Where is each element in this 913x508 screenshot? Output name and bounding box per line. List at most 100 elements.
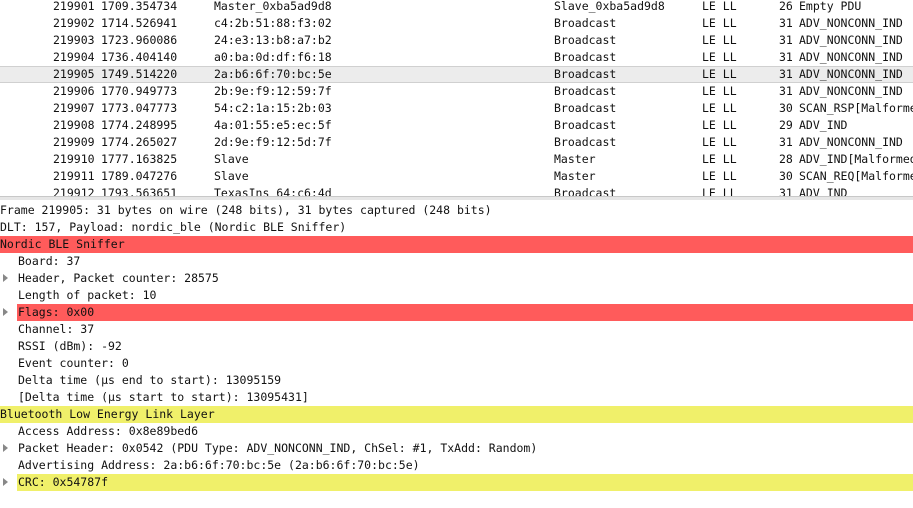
detail-tree-field[interactable]: Event counter: 0 [0,355,913,372]
packet-time-cell: 1709.354734 [101,0,178,13]
packet-row[interactable]: 219908 1774.248995 4a:01:55:e5:ec:5f Broadc… [0,117,913,134]
packet-proto-cell: LE LL [702,0,737,13]
packet-time-cell: 1774.265027 [101,135,178,149]
detail-tree-field[interactable]: Access Address: 0x8e89bed6 [0,423,913,440]
packet-no-cell: 219902 [53,16,95,30]
detail-tree-field[interactable]: Board: 37 [0,253,913,270]
packet-row[interactable]: 219907 1773.047773 54:c2:1a:15:2b:03 Broadc… [0,100,913,117]
detail-text: Delta time (µs end to start): 13095159 [18,373,282,387]
expand-triangle-icon[interactable] [3,478,8,486]
packet-no-cell: 219910 [53,152,95,166]
packet-row[interactable]: 219904 1736.404140 a0:ba:0d:df:f6:18 Broadc… [0,49,913,66]
expand-triangle-icon[interactable] [3,444,8,452]
packet-no-cell: 219901 [53,0,95,13]
packet-proto-cell: LE LL [702,33,737,47]
packet-src-cell: 24:e3:13:b8:a7:b2 [214,33,332,47]
detail-tree-field[interactable]: [Delta time (µs start to start): 1309543… [0,389,913,406]
packet-row[interactable]: 219910 1777.163825 Slave Master LE LL 28 ADV_I… [0,151,913,168]
detail-tree-field[interactable]: Packet Header: 0x0542 (PDU Type: ADV_NON… [0,440,913,457]
packet-time-cell: 1777.163825 [101,152,178,166]
packet-row[interactable]: 219911 1789.047276 Slave Master LE LL 30 SCAN_… [0,168,913,185]
packet-proto-cell: LE LL [702,67,737,81]
packet-no-cell: 219906 [53,84,95,98]
packet-list[interactable]: 219901 1709.354734 Master_0xba5ad9d8 Slave_… [0,0,913,196]
packet-no-cell: 219905 [53,67,95,81]
packet-row[interactable]: 219909 1774.265027 2d:9e:f9:12:5d:7f Broadc… [0,134,913,151]
packet-proto-cell: LE LL [702,101,737,115]
packet-row[interactable]: 219902 1714.526941 c4:2b:51:88:f3:02 Broadc… [0,15,913,32]
packet-info-cell: ADV_IND[Malformed [799,152,913,166]
expand-triangle-icon[interactable] [3,308,8,316]
detail-text: [Delta time (µs start to start): 1309543… [18,390,309,404]
detail-tree-field[interactable]: Flags: 0x00 [3,304,913,321]
packet-info-cell: ADV_NONCONN_IND [799,16,903,30]
packet-dst-cell: Slave_0xba5ad9d8 [554,0,665,13]
packet-len-cell: 31 [779,50,793,64]
packet-src-cell: Slave [214,152,249,166]
packet-proto-cell: LE LL [702,118,737,132]
packet-time-cell: 1714.526941 [101,16,178,30]
detail-tree-header[interactable]: Nordic BLE Sniffer [0,236,913,253]
detail-text: Board: 37 [18,254,81,268]
packet-proto-cell: LE LL [702,169,737,183]
detail-tree-field[interactable]: Advertising Address: 2a:b6:6f:70:bc:5e (… [0,457,913,474]
packet-no-cell: 219912 [53,186,95,196]
packet-time-cell: 1736.404140 [101,50,178,64]
packet-info-cell: ADV_NONCONN_IND [799,67,903,81]
packet-proto-cell: LE LL [702,186,737,196]
packet-no-cell: 219903 [53,33,95,47]
detail-tree-field[interactable]: Channel: 37 [0,321,913,338]
packet-len-cell: 28 [779,152,793,166]
packet-src-cell: TexasIns_64:c6:4d [214,186,332,196]
packet-src-cell: c4:2b:51:88:f3:02 [214,16,332,30]
packet-info-cell: SCAN_RSP[Malformed [799,101,913,115]
packet-len-cell: 31 [779,33,793,47]
expand-triangle-icon[interactable] [3,274,8,282]
packet-dst-cell: Broadcast [554,33,617,47]
packet-src-cell: a0:ba:0d:df:f6:18 [214,50,332,64]
packet-len-cell: 31 [779,84,793,98]
detail-text: Bluetooth Low Energy Link Layer [0,407,215,421]
packet-row[interactable]: 219912 1793.563651 TexasIns_64:c6:4d Broadc… [0,185,913,196]
detail-text: RSSI (dBm): -92 [18,339,122,353]
packet-info-cell: ADV_IND [799,186,848,196]
detail-text: Frame 219905: 31 bytes on wire (248 bits… [0,203,492,217]
packet-len-cell: 26 [779,0,793,13]
packet-time-cell: 1789.047276 [101,169,178,183]
packet-info-cell: ADV_NONCONN_IND [799,33,903,47]
packet-len-cell: 31 [779,67,793,81]
detail-tree-header[interactable]: Frame 219905: 31 bytes on wire (248 bits… [0,202,913,219]
packet-no-cell: 219908 [53,118,95,132]
packet-len-cell: 31 [779,186,793,196]
detail-tree-field[interactable]: Length of packet: 10 [0,287,913,304]
detail-tree-header[interactable]: Bluetooth Low Energy Link Layer [0,406,913,423]
detail-tree-field[interactable]: CRC: 0x54787f [3,474,913,491]
detail-tree-header[interactable]: DLT: 157, Payload: nordic_ble (Nordic BL… [0,219,913,236]
detail-tree-field[interactable]: Delta time (µs end to start): 13095159 [0,372,913,389]
packet-time-cell: 1749.514220 [101,67,178,81]
detail-text: Header, Packet counter: 28575 [18,271,219,285]
packet-row[interactable]: 219901 1709.354734 Master_0xba5ad9d8 Slave_… [0,0,913,15]
packet-time-cell: 1774.248995 [101,118,178,132]
packet-row-selected[interactable]: 219905 1749.514220 2a:b6:6f:70:bc:5e Broadc… [0,66,913,83]
packet-len-cell: 30 [779,169,793,183]
packet-src-cell: 2d:9e:f9:12:5d:7f [214,135,332,149]
packet-no-cell: 219904 [53,50,95,64]
packet-details-tree[interactable]: Frame 219905: 31 bytes on wire (248 bits… [0,202,913,508]
packet-row[interactable]: 219903 1723.960086 24:e3:13:b8:a7:b2 Broadc… [0,32,913,49]
detail-text: Packet Header: 0x0542 (PDU Type: ADV_NON… [18,441,538,455]
detail-tree-field[interactable]: Header, Packet counter: 28575 [0,270,913,287]
detail-tree-field[interactable]: RSSI (dBm): -92 [0,338,913,355]
detail-text: DLT: 157, Payload: nordic_ble (Nordic BL… [0,220,347,234]
packet-dst-cell: Broadcast [554,67,617,81]
packet-time-cell: 1773.047773 [101,101,178,115]
packet-no-cell: 219907 [53,101,95,115]
packet-row[interactable]: 219906 1770.949773 2b:9e:f9:12:59:7f Broadc… [0,83,913,100]
packet-dst-cell: Broadcast [554,135,617,149]
packet-src-cell: 54:c2:1a:15:2b:03 [214,101,332,115]
detail-text: Flags: 0x00 [18,305,95,319]
packet-len-cell: 29 [779,118,793,132]
packet-dst-cell: Master [554,152,596,166]
pane-splitter[interactable] [0,196,913,200]
detail-text: Nordic BLE Sniffer [0,237,125,251]
